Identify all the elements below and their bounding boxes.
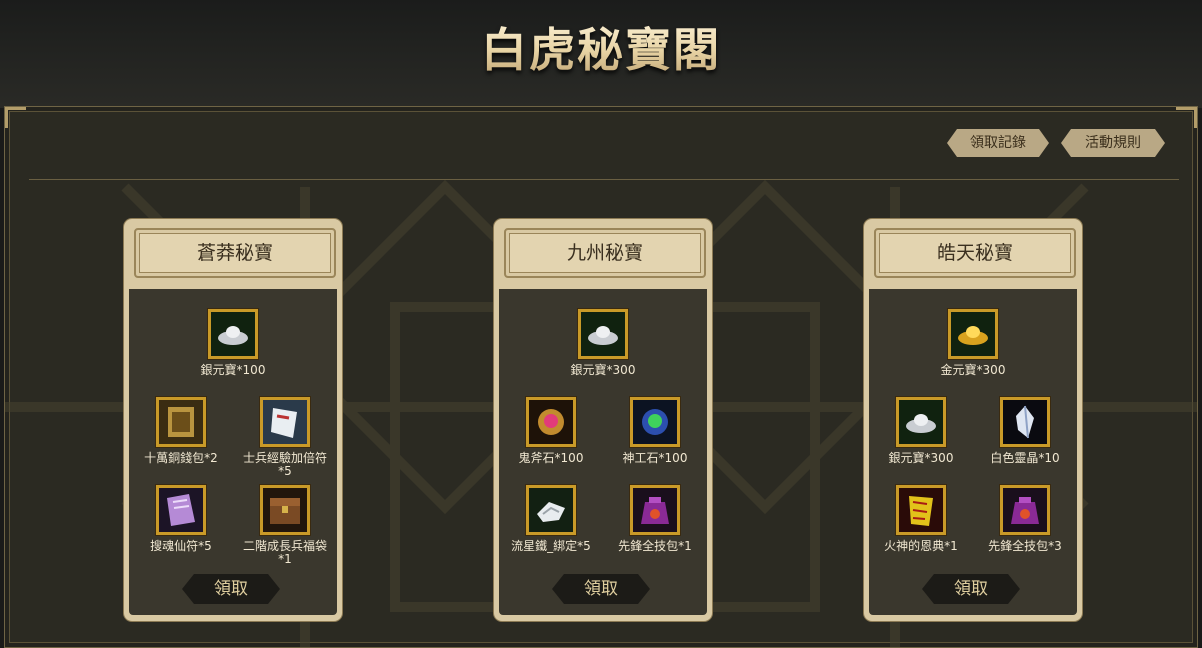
- reward-item: 先鋒全技包*3: [973, 485, 1077, 553]
- header-divider: [29, 179, 1179, 180]
- reward-item: 白色靈晶*10: [973, 397, 1077, 465]
- panel-body: 金元寶*300 銀元寶*300 白色靈晶*10 火神的恩典*1 先鋒全技包*3: [869, 289, 1077, 615]
- frame-corner-ornament: [1176, 107, 1197, 128]
- frame-corner-ornament: [5, 107, 26, 128]
- reward-item: 火神的恩典*1: [869, 485, 973, 553]
- red-gem-stone-icon: [526, 397, 576, 447]
- panel-title: 皓天秘寶: [874, 228, 1076, 278]
- silver-ingot-icon: [896, 397, 946, 447]
- green-gem-stone-icon: [630, 397, 680, 447]
- main-frame: 領取記錄 活動規則 蒼莽秘寶 銀元寶*100 十萬銅錢包*2 士兵經驗加倍符 *…: [4, 106, 1198, 648]
- exp-double-talisman-icon: [260, 397, 310, 447]
- panel-title: 蒼莽秘寶: [134, 228, 336, 278]
- reward-item: 十萬銅錢包*2: [129, 397, 233, 465]
- event-rules-button[interactable]: 活動規則: [1061, 129, 1165, 157]
- page-title: 白虎秘寶閣: [0, 14, 1202, 80]
- growth-soldier-chest-icon: [260, 485, 310, 535]
- reward-item: 銀元寶*300: [551, 309, 655, 377]
- reward-item: 銀元寶*300: [869, 397, 973, 465]
- reward-item: 流星鐵_綁定*5: [499, 485, 603, 553]
- panel-body: 銀元寶*300 鬼斧石*100 神工石*100 流星鐵_綁定*5 先鋒全技包*1: [499, 289, 707, 615]
- soul-search-talisman-icon: [156, 485, 206, 535]
- panel-body: 銀元寶*100 十萬銅錢包*2 士兵經驗加倍符 *5 搜魂仙符*5 二階成長兵福…: [129, 289, 337, 615]
- claim-button[interactable]: 領取: [182, 574, 280, 604]
- claim-records-button[interactable]: 領取記錄: [947, 129, 1049, 157]
- skill-pouch-icon: [1000, 485, 1050, 535]
- treasure-panel-jiuzhou: 九州秘寶 銀元寶*300 鬼斧石*100 神工石*100 流星鐵_綁定*5 先鋒…: [494, 219, 712, 621]
- reward-item: 搜魂仙符*5: [129, 485, 233, 553]
- fire-god-grace-icon: [896, 485, 946, 535]
- treasure-panel-haotian: 皓天秘寶 金元寶*300 銀元寶*300 白色靈晶*10 火神的恩典*1 先鋒全…: [864, 219, 1082, 621]
- reward-item: 二階成長兵福袋 *1: [233, 485, 337, 566]
- panel-title: 九州秘寶: [504, 228, 706, 278]
- meteor-iron-icon: [526, 485, 576, 535]
- reward-item: 鬼斧石*100: [499, 397, 603, 465]
- gold-ingot-icon: [948, 309, 998, 359]
- white-crystal-icon: [1000, 397, 1050, 447]
- reward-item: 士兵經驗加倍符 *5: [233, 397, 337, 478]
- copper-coin-pouch-icon: [156, 397, 206, 447]
- reward-item: 金元寶*300: [921, 309, 1025, 377]
- silver-ingot-icon: [208, 309, 258, 359]
- claim-button[interactable]: 領取: [922, 574, 1020, 604]
- claim-button[interactable]: 領取: [552, 574, 650, 604]
- reward-item: 銀元寶*100: [181, 309, 285, 377]
- reward-item: 先鋒全技包*1: [603, 485, 707, 553]
- treasure-panel-canggmang: 蒼莽秘寶 銀元寶*100 十萬銅錢包*2 士兵經驗加倍符 *5 搜魂仙符*5 二…: [124, 219, 342, 621]
- silver-ingot-icon: [578, 309, 628, 359]
- skill-pouch-icon: [630, 485, 680, 535]
- reward-item: 神工石*100: [603, 397, 707, 465]
